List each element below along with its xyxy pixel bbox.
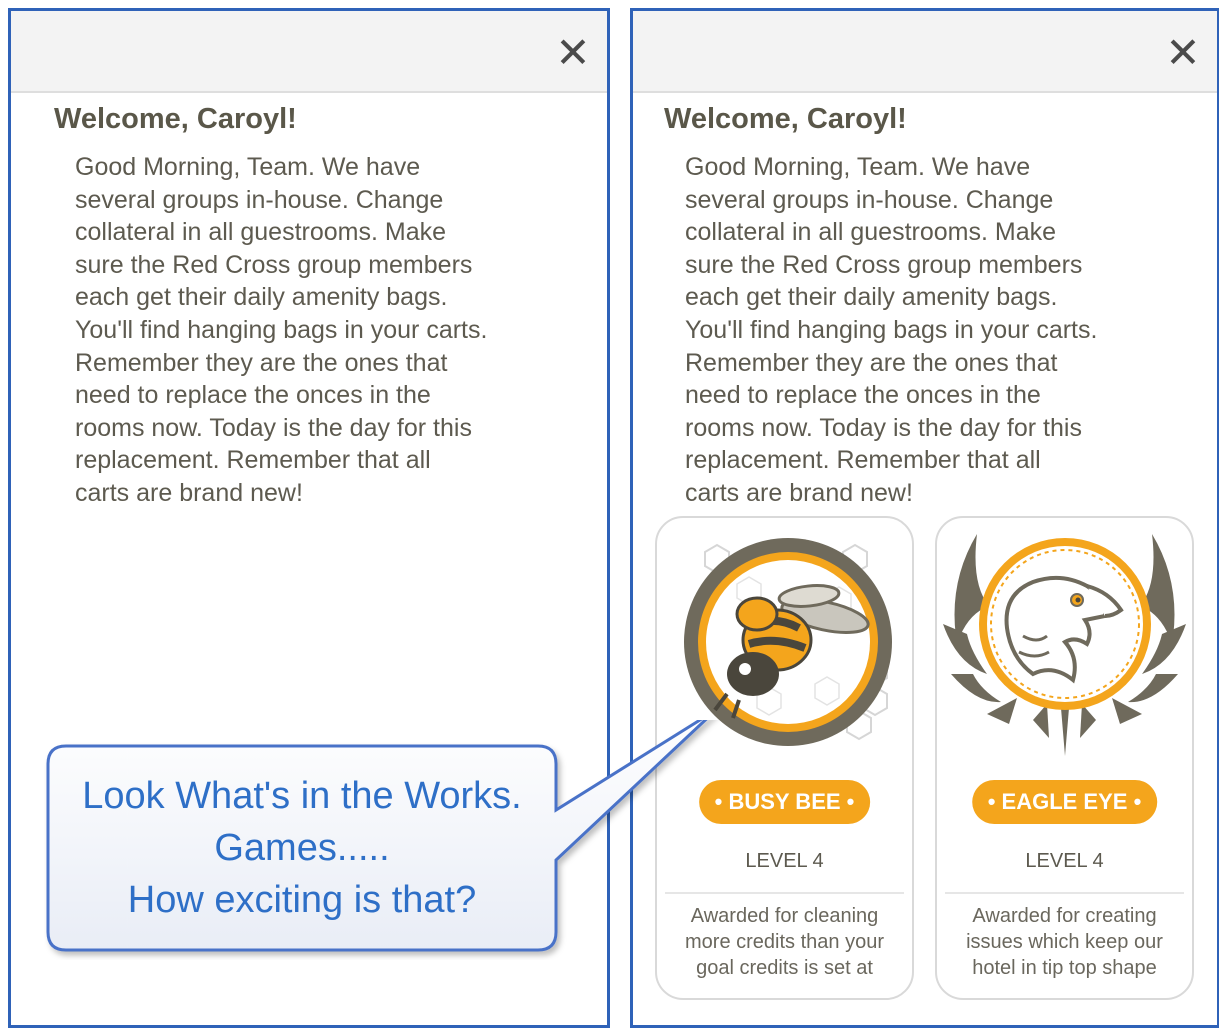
callout-line: Games..... [214,827,390,869]
close-icon[interactable]: ✕ [553,32,593,74]
message-line: replacement. Remember that all [685,446,1041,475]
message-line: collateral in all guestrooms. Make [685,218,1056,247]
welcome-message: Good Morning, Team. We have several grou… [75,151,575,510]
panel-header: ✕ [633,11,1217,93]
message-line: several groups in-house. Change [685,185,1054,214]
badge-description-line: issues which keep our [966,931,1163,953]
badge-card-eagle-eye[interactable]: • EAGLE EYE • LEVEL 4 Awarded for creati… [935,516,1194,1000]
callout-text: Look What's in the Works. Games..... How… [48,746,556,950]
welcome-heading: Welcome, Caroyl! [54,103,297,135]
message-line: several groups in-house. Change [75,185,444,214]
message-line: carts are brand new! [685,478,913,507]
callout-line: Look What's in the Works. [82,775,522,817]
message-line: rooms now. Today is the day for this [75,413,472,442]
message-line: rooms now. Today is the day for this [685,413,1082,442]
message-line: sure the Red Cross group members [685,250,1083,279]
message-line: Remember they are the ones that [685,348,1058,377]
badge-description-line: Awarded for creating [972,905,1157,927]
welcome-message: Good Morning, Team. We have several grou… [685,151,1185,510]
message-line: Good Morning, Team. We have [75,153,421,181]
message-line: carts are brand new! [75,478,303,507]
badge-name-pill: • EAGLE EYE • [971,780,1158,824]
eagle-badge-icon [943,534,1186,756]
welcome-heading: Welcome, Caroyl! [664,103,907,135]
badge-divider [945,892,1184,894]
message-line: sure the Red Cross group members [75,250,473,279]
panel-header: ✕ [11,11,607,93]
message-line: replacement. Remember that all [75,446,431,475]
message-line: You'll find hanging bags in your carts. [685,315,1098,344]
message-line: need to replace the onces in the [685,381,1041,410]
badge-description-line: hotel in tip top shape [972,957,1157,979]
message-line: collateral in all guestrooms. Make [75,218,446,247]
message-line: Remember they are the ones that [75,348,448,377]
message-line: Good Morning, Team. We have [685,153,1031,181]
close-icon[interactable]: ✕ [1163,32,1203,74]
message-line: need to replace the onces in the [75,381,431,410]
badge-description: Awarded for creating issues which keep o… [943,903,1186,981]
message-line: each get their daily amenity bags. [685,283,1058,312]
callout-line: How exciting is that? [127,879,477,921]
badge-level: LEVEL 4 [1025,850,1104,872]
message-line: You'll find hanging bags in your carts. [75,315,488,344]
message-line: each get their daily amenity bags. [75,283,448,312]
